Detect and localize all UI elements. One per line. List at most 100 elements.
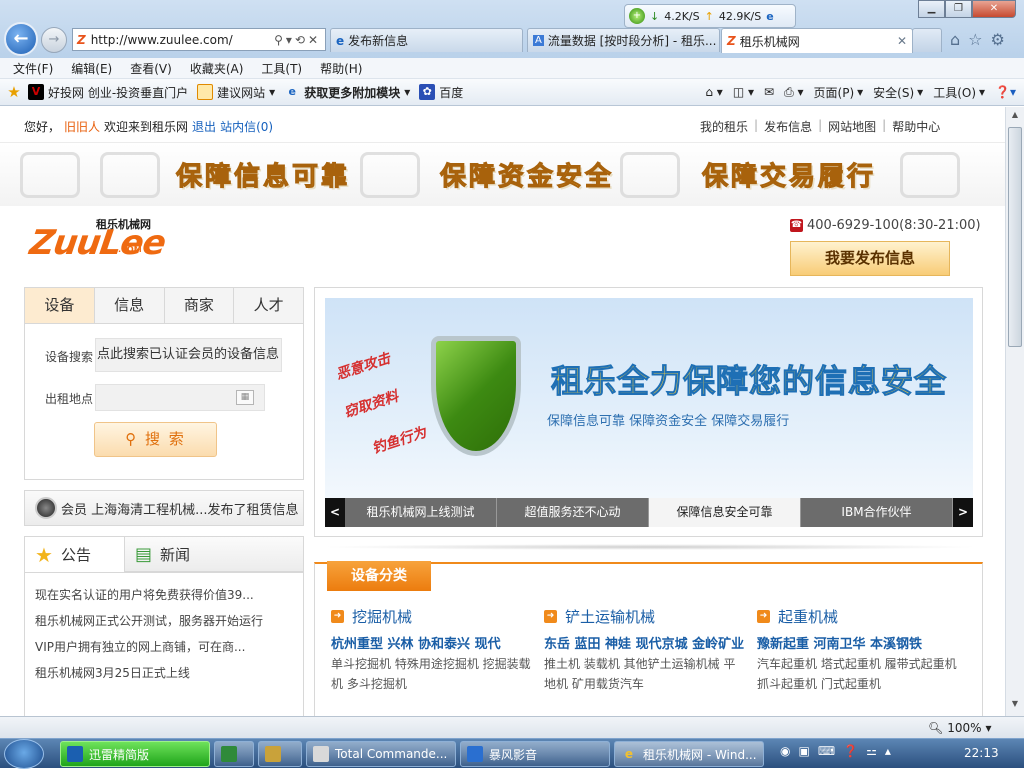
tab-info[interactable]: 信息 — [94, 288, 165, 323]
task-total-commander[interactable]: Total Commande... — [306, 741, 456, 767]
list-item[interactable]: 租乐机械网正式公开测试，服务器开始运行 — [25, 608, 303, 634]
task-ie[interactable]: e 租乐机械网 - Wind... — [614, 741, 764, 767]
fav-haotou[interactable]: V 好投网 创业-投资垂直门户 — [25, 84, 191, 101]
upload-speed: 42.9K/S — [718, 9, 762, 23]
menu-view[interactable]: 查看(V) — [121, 60, 181, 77]
task-thunder[interactable]: 迅雷精简版 — [60, 741, 210, 767]
category-items[interactable]: 单斗挖掘机 特殊用途挖掘机 挖掘装载机 多斗挖掘机 — [331, 654, 531, 694]
back-button[interactable]: ← — [4, 22, 38, 56]
menu-help[interactable]: 帮助(H) — [311, 60, 371, 77]
inbox-link[interactable]: 站内信(0) — [220, 118, 273, 135]
activity-notice[interactable]: 会员 上海海清工程机械...发布了租赁信息 — [24, 490, 304, 526]
close-tab-icon[interactable]: ✕ — [897, 34, 907, 48]
fav-baidu[interactable]: ✿ 百度 — [416, 84, 466, 101]
minimize-button[interactable]: ▁ — [918, 0, 945, 18]
home-icon[interactable]: ⌂ — [950, 30, 960, 49]
fav-addons[interactable]: e 获取更多附加模块 ▾ — [281, 84, 413, 101]
scroll-down-icon[interactable]: ▼ — [1008, 699, 1022, 713]
menu-tools[interactable]: 工具(T) — [252, 60, 311, 77]
list-item[interactable]: 现在实名认证的用户将免费获得价值39... — [25, 582, 303, 608]
help-icon[interactable]: ❓ — [843, 744, 858, 758]
network-icon[interactable]: ⚍ — [866, 744, 877, 758]
slide-image[interactable]: 恶意攻击 窃取资料 钓鱼行为 租乐全力保障您的信息安全 保障信息可靠 保障资金安… — [325, 298, 973, 498]
category-brands[interactable]: 杭州重型 兴林 协和泰兴 现代 — [331, 633, 531, 652]
close-window-button[interactable]: ✕ — [972, 0, 1016, 18]
help-center-link[interactable]: 帮助中心 — [892, 118, 940, 135]
pdf-icon[interactable]: ▣ — [798, 744, 809, 758]
device-search-input[interactable]: 点此搜索已认证会员的设备信息 — [95, 338, 282, 372]
category-items[interactable]: 推土机 装载机 其他铲土运输机械 平地机 矿用载货汽车 — [544, 654, 744, 694]
safety-menu[interactable]: 安全(S) ▾ — [873, 84, 923, 101]
list-item[interactable]: VIP用户拥有独立的网上商铺，可在商... — [25, 634, 303, 660]
search-icon: ⚲ — [125, 430, 139, 448]
home-icon[interactable]: ⌂ ▾ — [705, 85, 722, 99]
slide-nav-item[interactable]: 保障信息安全可靠 — [649, 498, 801, 527]
publish-info-link[interactable]: 发布信息 — [764, 118, 812, 135]
tab-equipment[interactable]: 设备 — [25, 288, 95, 323]
prev-slide-button[interactable]: < — [325, 498, 345, 527]
next-slide-button[interactable]: > — [953, 498, 973, 527]
category-brands[interactable]: 东岳 蓝田 神娃 现代京城 金岭矿业 — [544, 633, 744, 652]
clock[interactable]: 22:13 — [964, 746, 999, 760]
site-logo[interactable]: ZuuLee — [27, 223, 167, 263]
tab-news[interactable]: ▤ 新闻 — [125, 537, 303, 572]
publish-info-button[interactable]: 我要发布信息 — [790, 241, 950, 276]
task-excel[interactable] — [214, 741, 254, 767]
page-menu-label: 页面(P) — [813, 85, 855, 100]
favorites-star-icon[interactable]: ★ — [6, 84, 22, 100]
category-items[interactable]: 汽车起重机 塔式起重机 履带式起重机 抓斗起重机 门式起重机 — [757, 654, 957, 694]
help-icon[interactable]: ❓▾ — [995, 85, 1016, 99]
task-baofeng[interactable]: 暴风影音 — [460, 741, 610, 767]
favorites-star-icon[interactable]: ☆ — [968, 30, 982, 49]
page-menu[interactable]: 页面(P) ▾ — [814, 84, 864, 101]
logout-link[interactable]: 退出 — [192, 118, 216, 135]
slide-nav-item[interactable]: IBM合作伙伴 — [801, 498, 953, 527]
sitemap-link[interactable]: 网站地图 — [828, 118, 876, 135]
vertical-scrollbar[interactable]: ▲ ▼ — [1005, 107, 1024, 716]
rss-feed-icon[interactable]: ◫ ▾ — [733, 85, 754, 99]
category-brands[interactable]: 豫新起重 河南卫华 本溪钢铁 — [757, 633, 957, 652]
menu-file[interactable]: 文件(F) — [4, 60, 62, 77]
address-actions-icon[interactable]: ⚲▾⟲✕ — [274, 33, 321, 47]
calendar-icon[interactable]: ▦ — [236, 390, 254, 405]
new-tab-button[interactable] — [912, 28, 942, 52]
tab-announcements[interactable]: ★ 公告 — [25, 537, 125, 572]
scroll-up-icon[interactable]: ▲ — [1008, 110, 1022, 124]
tools-menu[interactable]: 工具(O) ▾ — [933, 84, 985, 101]
fav-suggested[interactable]: 建议网站 ▾ — [194, 84, 278, 101]
tab-talent[interactable]: 人才 — [234, 288, 303, 323]
username-link[interactable]: 旧旧人 — [64, 118, 100, 135]
welcome-message: 欢迎来到租乐网 — [104, 120, 189, 134]
settings-gear-icon[interactable]: ⚙ — [991, 30, 1005, 49]
category-heading[interactable]: ➜ 铲土运输机械 — [544, 606, 744, 627]
tray-app-icon[interactable]: ◉ — [780, 744, 790, 758]
slide-nav-item[interactable]: 租乐机械网上线测试 — [345, 498, 497, 527]
forward-button[interactable]: → — [41, 27, 67, 53]
site-favicon-icon: Z — [77, 32, 86, 47]
menu-favorites[interactable]: 收藏夹(A) — [181, 60, 253, 77]
search-button[interactable]: ⚲ 搜 索 — [94, 422, 217, 457]
tab-zuulee[interactable]: Z 租乐机械网 ✕ — [721, 28, 913, 53]
show-hidden-icon[interactable]: ▴ — [885, 744, 891, 758]
address-bar[interactable]: Z http://www.zuulee.com/ ⚲▾⟲✕ — [72, 28, 326, 51]
menu-edit[interactable]: 编辑(E) — [62, 60, 121, 77]
start-button[interactable] — [4, 739, 44, 769]
maximize-button[interactable]: ❐ — [945, 0, 972, 18]
tab-label: 公告 — [60, 546, 91, 564]
my-zuulee-link[interactable]: 我的租乐 — [700, 118, 748, 135]
category-heading[interactable]: ➜ 挖掘机械 — [331, 606, 531, 627]
tab-merchant[interactable]: 商家 — [164, 288, 235, 323]
zoom-control[interactable]: 🔍︎ 100% ▾ — [928, 721, 992, 735]
list-item[interactable]: 租乐机械网3月25日正式上线 — [25, 660, 303, 686]
hotline: ☎ 400-6929-100(8:30-21:00) — [790, 218, 981, 233]
slide-nav-item[interactable]: 超值服务还不心动 — [497, 498, 649, 527]
categories-tab[interactable]: 设备分类 — [327, 561, 431, 591]
task-app[interactable] — [258, 741, 302, 767]
print-icon[interactable]: ⎙ ▾ — [784, 85, 803, 100]
scrollbar-thumb[interactable] — [1008, 127, 1022, 347]
category-heading[interactable]: ➜ 起重机械 — [757, 606, 957, 627]
tab-publish[interactable]: e 发布新信息 — [330, 28, 523, 52]
keyboard-icon[interactable]: ⌨ — [818, 744, 835, 758]
mail-icon[interactable]: ✉ — [764, 85, 774, 99]
tab-traffic[interactable]: A 流量数据 [按时段分析] - 租乐... — [527, 28, 720, 52]
